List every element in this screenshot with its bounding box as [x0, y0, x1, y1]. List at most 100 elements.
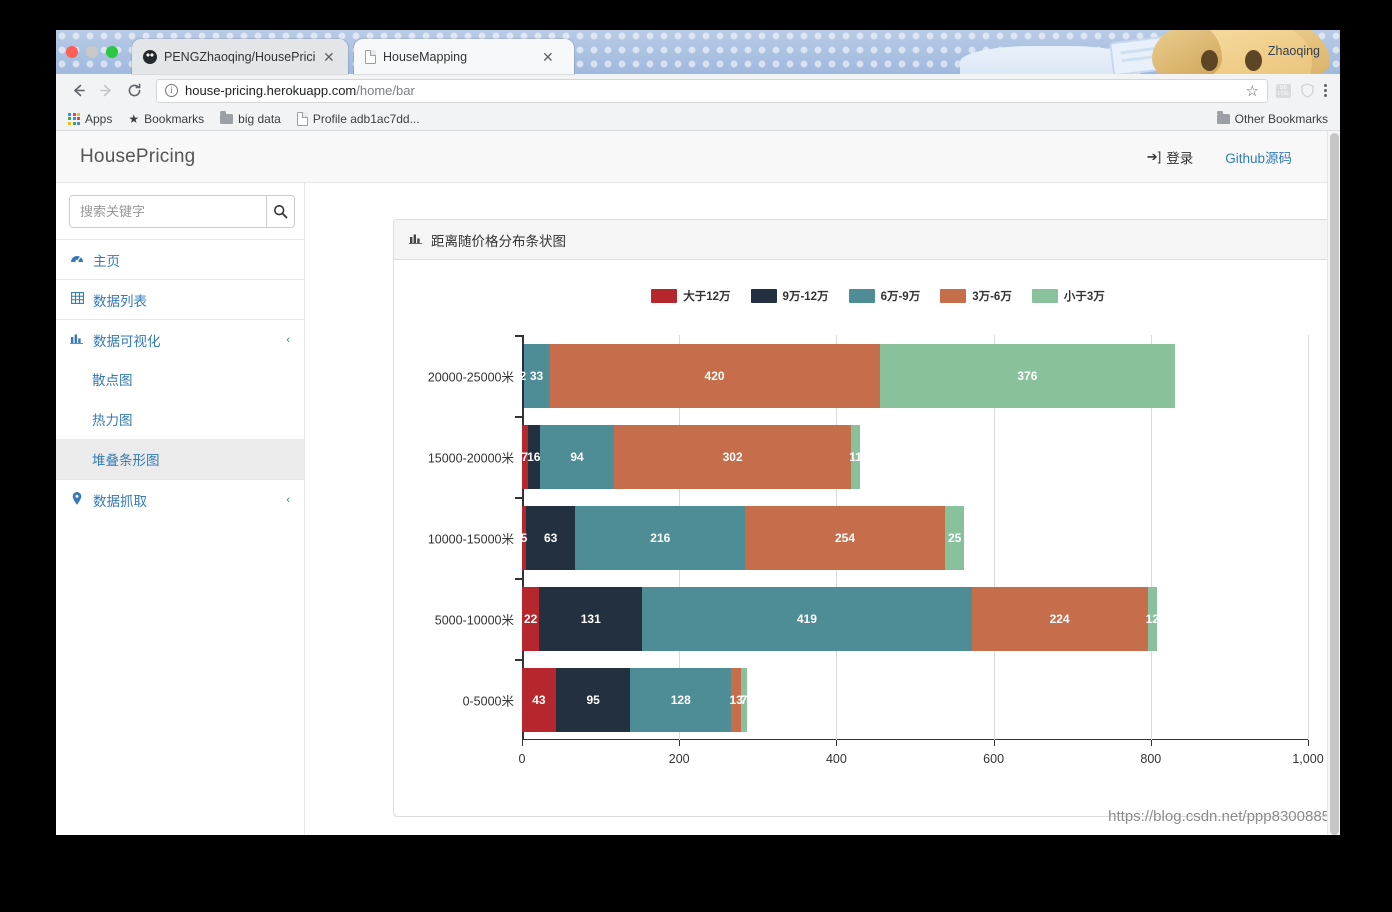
sign-in-icon: ➔]: [1146, 148, 1162, 164]
legend-label: 小于3万: [1063, 291, 1105, 303]
browser-menu-icon[interactable]: [1324, 83, 1328, 99]
back-button[interactable]: [66, 79, 90, 103]
chart-bar-segment[interactable]: 128: [630, 667, 732, 732]
x-axis-tick: [522, 740, 523, 746]
grid-line: [1308, 335, 1309, 740]
chart-bar-segment[interactable]: 302: [613, 424, 852, 489]
login-label: 登录: [1166, 150, 1194, 166]
bookmark-label: Apps: [85, 111, 113, 126]
chart-bar-row[interactable]: 20000-25000米 2 33 420 376: [428, 343, 1176, 408]
bar-value-label: 254: [835, 530, 856, 545]
window-traffic-lights[interactable]: [66, 46, 118, 58]
chart-bar-segment[interactable]: 216: [575, 505, 746, 570]
bookmark-big-data[interactable]: big data: [220, 111, 281, 126]
sidebar-item-data-visualization[interactable]: 数据可视化 ‹: [56, 319, 304, 359]
y-axis-category-label: 20000-25000米: [427, 370, 514, 384]
x-axis-tick: [1308, 740, 1309, 746]
bar-value-label: 33: [529, 368, 544, 383]
legend-label: 3万-6万: [972, 291, 1012, 303]
browser-tab-housemapping[interactable]: HouseMapping ✕: [354, 39, 574, 74]
login-link[interactable]: ➔] 登录: [1147, 147, 1194, 167]
chart-bar-row[interactable]: 15000-20000米 7 16 94 302 11: [428, 424, 862, 489]
close-icon[interactable]: ✕: [542, 50, 554, 64]
bookmark-bookmarks[interactable]: ★ Bookmarks: [128, 112, 204, 126]
chart-bar-segment[interactable]: 22: [522, 586, 540, 651]
chart-bar-segment[interactable]: 95: [555, 667, 631, 732]
bar-value-label: 95: [586, 692, 600, 707]
chart-bar-row[interactable]: 5000-10000米 22 131 419 224 12: [435, 586, 1159, 651]
extension-icon[interactable]: BB LOG: [1276, 83, 1291, 98]
chart-bar-segment[interactable]: 131: [539, 586, 643, 651]
bar-value-label: 128: [670, 692, 691, 707]
chart-bar-row[interactable]: 10000-15000米 5 63 216 254 25: [428, 505, 965, 570]
folder-icon: [1216, 111, 1230, 124]
bookmark-star-icon[interactable]: ☆: [1246, 82, 1259, 100]
legend-label: 9万-12万: [782, 291, 829, 303]
chart-bar-segment[interactable]: 63: [525, 505, 576, 570]
sidebar-item-data-list[interactable]: 数据列表: [56, 279, 304, 319]
bar-value-label: 43: [532, 692, 546, 707]
chart-bar-row[interactable]: 0-5000米 43 95 128 13 7: [463, 667, 747, 732]
bookmark-label: Profile adb1ac7dd...: [312, 111, 420, 126]
chart: 大于12万 9万-12万 6万-9万 3万-6万 小于3万 0 200 400 600 800 1…: [394, 260, 1340, 816]
chart-bar-segment[interactable]: 33: [523, 343, 550, 408]
chart-bar-segment[interactable]: 94: [540, 424, 614, 489]
shield-icon[interactable]: [1301, 83, 1314, 98]
browser-tab-housepricing[interactable]: PENGZhaoqing/HousePricing ✕: [132, 39, 348, 74]
close-window-button[interactable]: [66, 46, 78, 58]
document-icon: [365, 49, 376, 64]
bar-value-label: 376: [1017, 368, 1038, 383]
legend-swatch: [940, 289, 967, 303]
chart-bar-segment[interactable]: 224: [971, 586, 1148, 651]
chart-bar-segment[interactable]: 11: [849, 424, 862, 489]
chart-bar-segment[interactable]: 43: [522, 667, 556, 732]
x-axis-line: [522, 738, 1308, 740]
y-axis-category-label: 0-5000米: [462, 694, 514, 708]
chart-bar-segment[interactable]: 12: [1146, 586, 1159, 651]
sidebar: 主页 数据列表 数据可视化 ‹ 散点图: [56, 183, 305, 835]
chart-bar-segment[interactable]: 420: [549, 343, 880, 408]
legend-item[interactable]: 9万-12万: [750, 288, 829, 304]
chart-bar-segment[interactable]: 7: [741, 667, 747, 732]
forward-button[interactable]: [94, 79, 118, 103]
chart-panel-title: 距离随价格分布条状图: [431, 233, 566, 249]
search-bar: [56, 183, 304, 239]
bar-value-label: 419: [796, 611, 817, 626]
x-axis-label: 400: [825, 752, 847, 766]
x-axis-label: 1,000: [1292, 752, 1324, 766]
page-scrollbar[interactable]: [1327, 131, 1340, 835]
minimize-window-button[interactable]: [86, 46, 98, 58]
sidebar-item-label: 数据抓取: [93, 493, 147, 509]
legend-item[interactable]: 大于12万: [651, 288, 731, 304]
chart-bar-segment[interactable]: 16: [527, 424, 540, 489]
legend-item[interactable]: 6万-9万: [848, 288, 920, 304]
bar-value-label: 216: [650, 530, 671, 545]
chart-bar-segment[interactable]: 25: [944, 505, 965, 570]
sidebar-subitem-stacked-bar-chart[interactable]: 堆叠条形图: [56, 439, 304, 479]
bar-value-label: 25: [947, 530, 962, 545]
chevron-left-icon: ‹: [286, 493, 290, 506]
sidebar-subitem-scatter-plot[interactable]: 散点图: [56, 359, 304, 399]
legend-item[interactable]: 3万-6万: [940, 288, 1012, 304]
sidebar-subitem-heatmap[interactable]: 热力图: [56, 399, 304, 439]
maximize-window-button[interactable]: [106, 46, 118, 58]
scrollbar-thumb[interactable]: [1330, 133, 1339, 835]
reload-button[interactable]: [122, 79, 146, 103]
chart-bar-segment[interactable]: 419: [642, 586, 972, 651]
close-icon[interactable]: ✕: [323, 50, 335, 64]
sidebar-item-home[interactable]: 主页: [56, 239, 304, 279]
site-info-icon[interactable]: i: [165, 84, 178, 97]
other-bookmarks-button[interactable]: Other Bookmarks: [1216, 111, 1328, 126]
chart-bar-segment[interactable]: 254: [745, 505, 945, 570]
sidebar-item-data-scraping[interactable]: 数据抓取 ‹: [56, 479, 304, 519]
chart-bar-segment[interactable]: 376: [879, 343, 1176, 408]
github-source-link[interactable]: Github源码: [1225, 147, 1292, 167]
legend-item[interactable]: 小于3万: [1031, 288, 1105, 304]
bookmark-profile[interactable]: Profile adb1ac7dd...: [296, 111, 420, 126]
y-axis-category-label: 5000-10000米: [434, 613, 514, 627]
address-bar[interactable]: i house-pricing.herokuapp.com/home/bar ☆: [156, 78, 1268, 103]
search-button[interactable]: [266, 195, 295, 228]
search-input[interactable]: [69, 195, 266, 228]
toolbar-extensions: BB LOG: [1276, 83, 1330, 99]
bookmark-apps[interactable]: Apps: [68, 112, 112, 126]
